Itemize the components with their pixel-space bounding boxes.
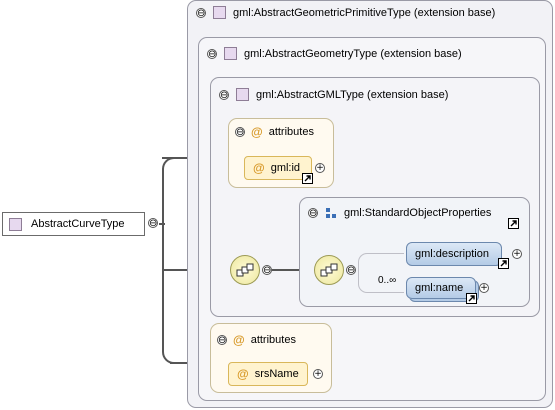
attributes-title: attributes: [250, 334, 296, 346]
collapse-icon[interactable]: ⊖: [196, 7, 206, 18]
attributes-title: attributes: [268, 126, 314, 138]
extension-label: gml:AbstractGeometryType (extension base…: [244, 47, 462, 60]
element-label: gml:name: [415, 282, 464, 294]
link-arrow-icon[interactable]: [302, 173, 313, 184]
root-type-label: AbstractCurveType: [31, 218, 125, 230]
collapse-icon[interactable]: ⊖: [148, 218, 158, 229]
collapse-icon[interactable]: ⊖: [308, 208, 318, 219]
link-arrow-icon[interactable]: [466, 293, 477, 304]
collapse-icon[interactable]: ⊖: [217, 335, 227, 346]
expand-icon[interactable]: +: [512, 249, 522, 259]
root-type-box[interactable]: AbstractCurveType: [2, 212, 145, 236]
type-icon: [9, 217, 22, 231]
extension-label: gml:AbstractGeometricPrimitiveType (exte…: [233, 6, 496, 19]
connector-attrs2: [162, 294, 164, 350]
sequence-icon[interactable]: [230, 255, 260, 285]
collapse-icon[interactable]: ⊖: [235, 127, 245, 138]
attribute-label: srsName: [254, 368, 299, 380]
cardinality-label: 0..∞: [378, 275, 397, 286]
collapse-icon[interactable]: ⊖: [207, 48, 217, 59]
extension-label: gml:AbstractGMLType (extension base): [256, 88, 449, 101]
expand-icon[interactable]: +: [313, 369, 323, 379]
attribute-icon: @: [237, 367, 249, 381]
attribute-label: gml:id: [270, 162, 301, 174]
attribute-icon: @: [253, 161, 265, 175]
group-label: gml:StandardObjectProperties: [344, 207, 492, 219]
connector-spine: [162, 168, 164, 296]
attribute-srs-name[interactable]: @ srsName: [228, 362, 308, 386]
connector-curve-top: [162, 157, 176, 171]
collapse-icon[interactable]: ⊖: [262, 265, 272, 276]
collapse-icon[interactable]: ⊖: [219, 89, 229, 100]
link-arrow-icon[interactable]: [498, 258, 509, 269]
type-icon: [236, 88, 249, 101]
type-icon: [213, 6, 226, 19]
group-icon: [326, 208, 336, 218]
element-label: gml:description: [415, 248, 489, 260]
attribute-icon: @: [233, 333, 245, 347]
collapse-icon[interactable]: ⊖: [346, 265, 356, 276]
sequence-icon[interactable]: [314, 255, 344, 285]
type-icon: [224, 47, 237, 60]
expand-icon[interactable]: +: [315, 163, 325, 173]
link-arrow-icon[interactable]: [508, 218, 519, 229]
sequence-bracket: [358, 253, 404, 293]
attribute-icon: @: [251, 125, 263, 139]
element-gml-description[interactable]: gml:description: [406, 242, 502, 266]
expand-icon[interactable]: +: [479, 283, 489, 293]
